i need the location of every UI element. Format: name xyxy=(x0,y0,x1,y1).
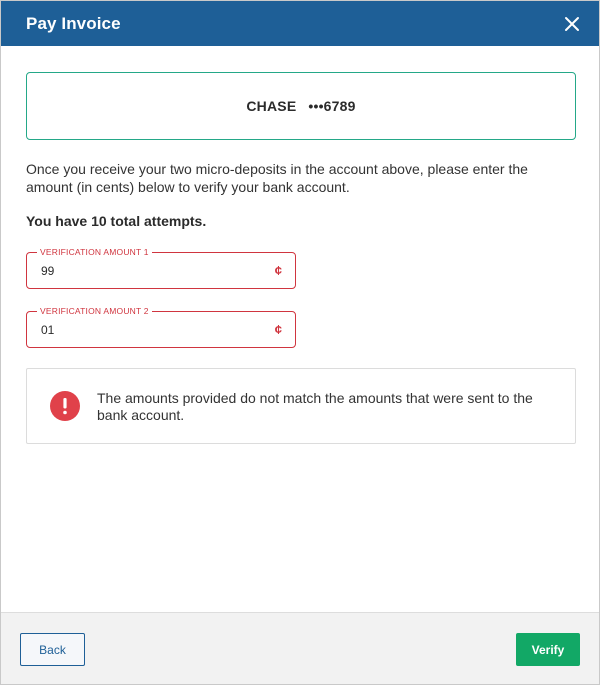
attempts-remaining: You have 10 total attempts. xyxy=(26,213,207,229)
verification-amount-2-label: VERIFICATION AMOUNT 2 xyxy=(37,305,152,317)
bank-account-number: •••6789 xyxy=(308,98,356,114)
verification-amount-1-input[interactable] xyxy=(41,263,261,279)
verification-amount-1-label: VERIFICATION AMOUNT 1 xyxy=(37,246,152,258)
error-icon xyxy=(50,391,80,421)
pay-invoice-modal: Pay Invoice CHASE •••6789 Once you recei… xyxy=(0,0,600,685)
error-alert: The amounts provided do not match the am… xyxy=(26,368,576,444)
verification-amount-2-field[interactable]: VERIFICATION AMOUNT 2 ¢ xyxy=(26,305,296,348)
verification-instructions: Once you receive your two micro-deposits… xyxy=(26,161,528,195)
verify-button[interactable]: Verify xyxy=(516,633,580,666)
bank-account-card: CHASE •••6789 xyxy=(26,72,576,140)
bank-name: CHASE xyxy=(246,98,297,114)
verification-amount-1-field[interactable]: VERIFICATION AMOUNT 1 ¢ xyxy=(26,246,296,289)
verification-amount-2-input[interactable] xyxy=(41,322,261,338)
close-icon xyxy=(565,16,579,31)
close-button[interactable] xyxy=(561,13,583,35)
cent-unit: ¢ xyxy=(274,322,282,337)
modal-header: Pay Invoice xyxy=(1,1,599,46)
back-button[interactable]: Back xyxy=(20,633,85,666)
cent-unit: ¢ xyxy=(274,263,282,278)
error-message: The amounts provided do not match the am… xyxy=(97,390,533,423)
modal-footer: Back Verify xyxy=(1,612,599,684)
modal-title: Pay Invoice xyxy=(26,13,121,33)
